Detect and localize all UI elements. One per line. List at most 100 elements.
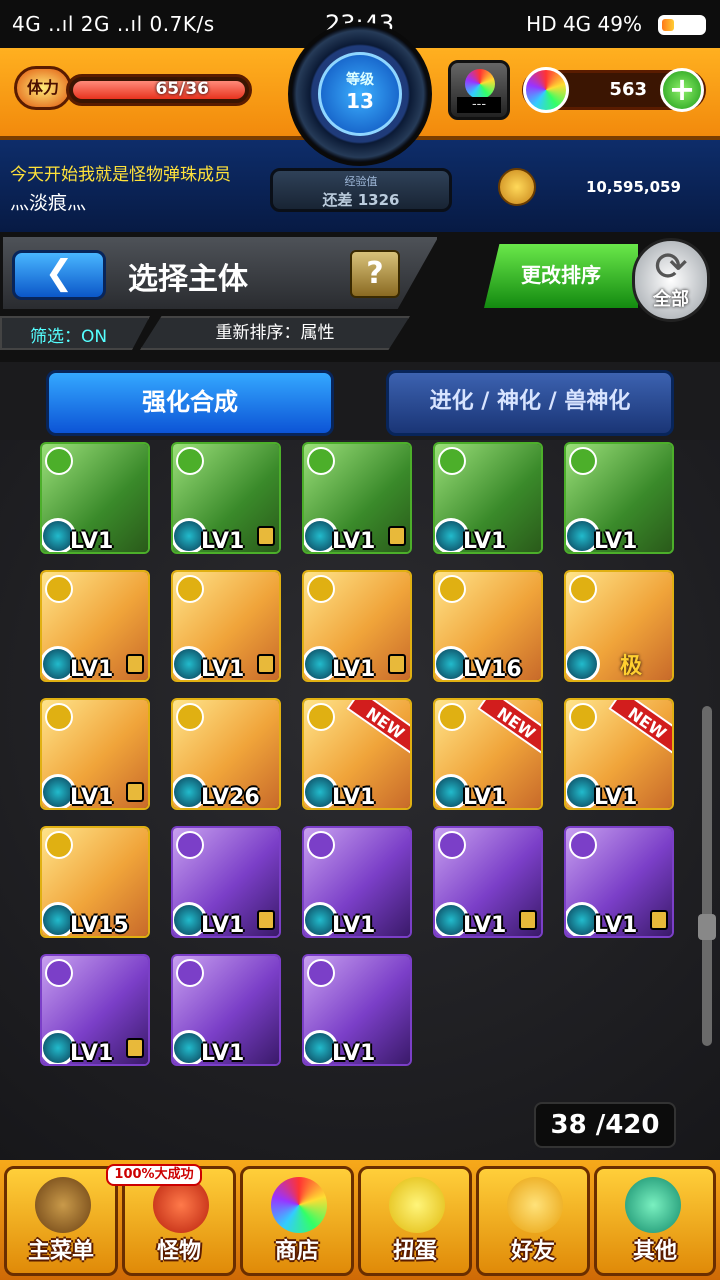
- level-value: 13: [346, 89, 374, 113]
- monster-card[interactable]: LV1: [171, 570, 281, 682]
- lock-icon: [650, 910, 668, 930]
- monster-card[interactable]: LV16: [433, 570, 543, 682]
- orb-shop-icon: [271, 1177, 327, 1233]
- hatch-timer: ---: [457, 97, 501, 113]
- monster-level: LV1: [201, 657, 245, 682]
- monster-card[interactable]: NEW LV1: [302, 698, 412, 810]
- monster-card[interactable]: NEW LV1: [564, 698, 674, 810]
- monster-card[interactable]: LV1: [171, 826, 281, 938]
- lock-icon: [126, 1038, 144, 1058]
- change-sort-button[interactable]: 更改排序: [484, 244, 638, 308]
- monster-level: LV1: [594, 913, 638, 938]
- nav-main-menu[interactable]: 主菜单: [4, 1166, 118, 1276]
- friends-icon: [507, 1177, 563, 1233]
- monster-level: LV1: [332, 1041, 376, 1066]
- monster-card[interactable]: LV1: [433, 442, 543, 554]
- ultimate-badge: 极: [619, 654, 642, 679]
- dark-element-icon: [307, 959, 335, 987]
- level-badge[interactable]: 等级 13: [318, 52, 402, 136]
- hatch-icon[interactable]: ---: [448, 60, 510, 120]
- nav-gacha[interactable]: 扭蛋: [358, 1166, 472, 1276]
- monster-card[interactable]: LV1: [302, 954, 412, 1066]
- monster-card[interactable]: LV1: [433, 826, 543, 938]
- light-element-icon: [45, 831, 73, 859]
- exp-label: 经验值: [344, 175, 378, 188]
- stamina-value: 65/36: [155, 79, 209, 99]
- promo-badge: 100%大成功: [106, 1164, 202, 1186]
- monster-card[interactable]: LV1: [302, 826, 412, 938]
- scroll-grip[interactable]: [698, 914, 716, 940]
- wood-element-icon: [307, 447, 335, 475]
- monster-card[interactable]: LV1: [302, 442, 412, 554]
- question-icon: [625, 1177, 681, 1233]
- level-label: 等级: [346, 72, 374, 88]
- monster-card[interactable]: LV1: [40, 442, 150, 554]
- gacha-egg-icon: [389, 1177, 445, 1233]
- stamina-icon: 体力: [14, 66, 72, 110]
- monster-card[interactable]: LV1: [40, 698, 150, 810]
- network-status: 4G ..ıl 2G ..ıl 0.7K/s: [12, 12, 215, 36]
- all-filter-button[interactable]: ⟳ 全部: [632, 238, 710, 322]
- light-element-icon: [307, 703, 335, 731]
- light-element-icon: [45, 703, 73, 731]
- light-element-icon: [176, 575, 204, 603]
- buy-orbs-button[interactable]: +: [660, 68, 704, 112]
- light-element-icon: [569, 575, 597, 603]
- monster-card[interactable]: LV1: [302, 570, 412, 682]
- monster-card[interactable]: LV15: [40, 826, 150, 938]
- gold-amount: 10,595,059: [586, 178, 681, 196]
- lock-icon: [257, 654, 275, 674]
- monster-level: LV1: [332, 913, 376, 938]
- monster-level: LV1: [70, 657, 114, 682]
- tab-evolve[interactable]: 进化 / 神化 / 兽神化: [386, 370, 674, 436]
- back-button[interactable]: ❮: [12, 250, 106, 300]
- dark-element-icon: [176, 959, 204, 987]
- hatch-orb-icon: [465, 69, 495, 99]
- monster-card[interactable]: LV1: [40, 954, 150, 1066]
- nav-other[interactable]: 其他: [594, 1166, 716, 1276]
- monster-level: LV1: [201, 913, 245, 938]
- monster-grid: LV1 LV1 LV1 LV1 LV1 LV1 LV1 LV1 LV16 极 LV1 LV26 NEW L…: [0, 440, 720, 1160]
- filter-toggle[interactable]: 筛选：ON: [0, 316, 150, 350]
- sling-type-icon: [566, 646, 600, 680]
- gate-icon: [35, 1177, 91, 1233]
- scrollbar[interactable]: [702, 706, 712, 1046]
- player-motto: 今天开始我就是怪物弹珠成员: [10, 165, 231, 185]
- tab-enhance[interactable]: 强化合成: [46, 370, 334, 436]
- monster-card[interactable]: LV26: [171, 698, 281, 810]
- nav-friends[interactable]: 好友: [476, 1166, 590, 1276]
- dark-element-icon: [569, 831, 597, 859]
- lock-icon: [257, 910, 275, 930]
- nav-label: 其他: [632, 1239, 677, 1264]
- nav-label: 怪物: [156, 1239, 201, 1264]
- monster-card[interactable]: LV1: [564, 826, 674, 938]
- monster-level: LV1: [70, 1041, 114, 1066]
- box-count: 38 /420: [534, 1102, 676, 1148]
- monster-card[interactable]: 极: [564, 570, 674, 682]
- wood-element-icon: [45, 447, 73, 475]
- page-title: 选择主体: [128, 262, 248, 297]
- dark-element-icon: [45, 959, 73, 987]
- monster-level: LV1: [70, 529, 114, 554]
- monster-card[interactable]: LV1: [564, 442, 674, 554]
- light-element-icon: [176, 703, 204, 731]
- monster-level: LV1: [463, 913, 507, 938]
- monster-level: LV1: [463, 785, 507, 810]
- monster-card[interactable]: LV1: [171, 442, 281, 554]
- monster-card[interactable]: NEW LV1: [433, 698, 543, 810]
- all-label: 全部: [653, 289, 689, 310]
- gold-coin-icon: [498, 168, 536, 206]
- sort-label[interactable]: 重新排序：属性: [140, 316, 410, 350]
- monster-card[interactable]: LV1: [40, 570, 150, 682]
- battery-icon: [658, 15, 706, 35]
- nav-shop[interactable]: 商店: [240, 1166, 354, 1276]
- wood-element-icon: [176, 447, 204, 475]
- dark-element-icon: [438, 831, 466, 859]
- monster-level: LV1: [332, 529, 376, 554]
- exp-box: 经验值 还差 1326: [270, 168, 452, 212]
- help-button[interactable]: ?: [350, 250, 400, 298]
- lock-icon: [388, 526, 406, 546]
- exp-remaining: 还差 1326: [322, 191, 400, 209]
- monster-card[interactable]: LV1: [171, 954, 281, 1066]
- nav-label: 扭蛋: [392, 1239, 437, 1264]
